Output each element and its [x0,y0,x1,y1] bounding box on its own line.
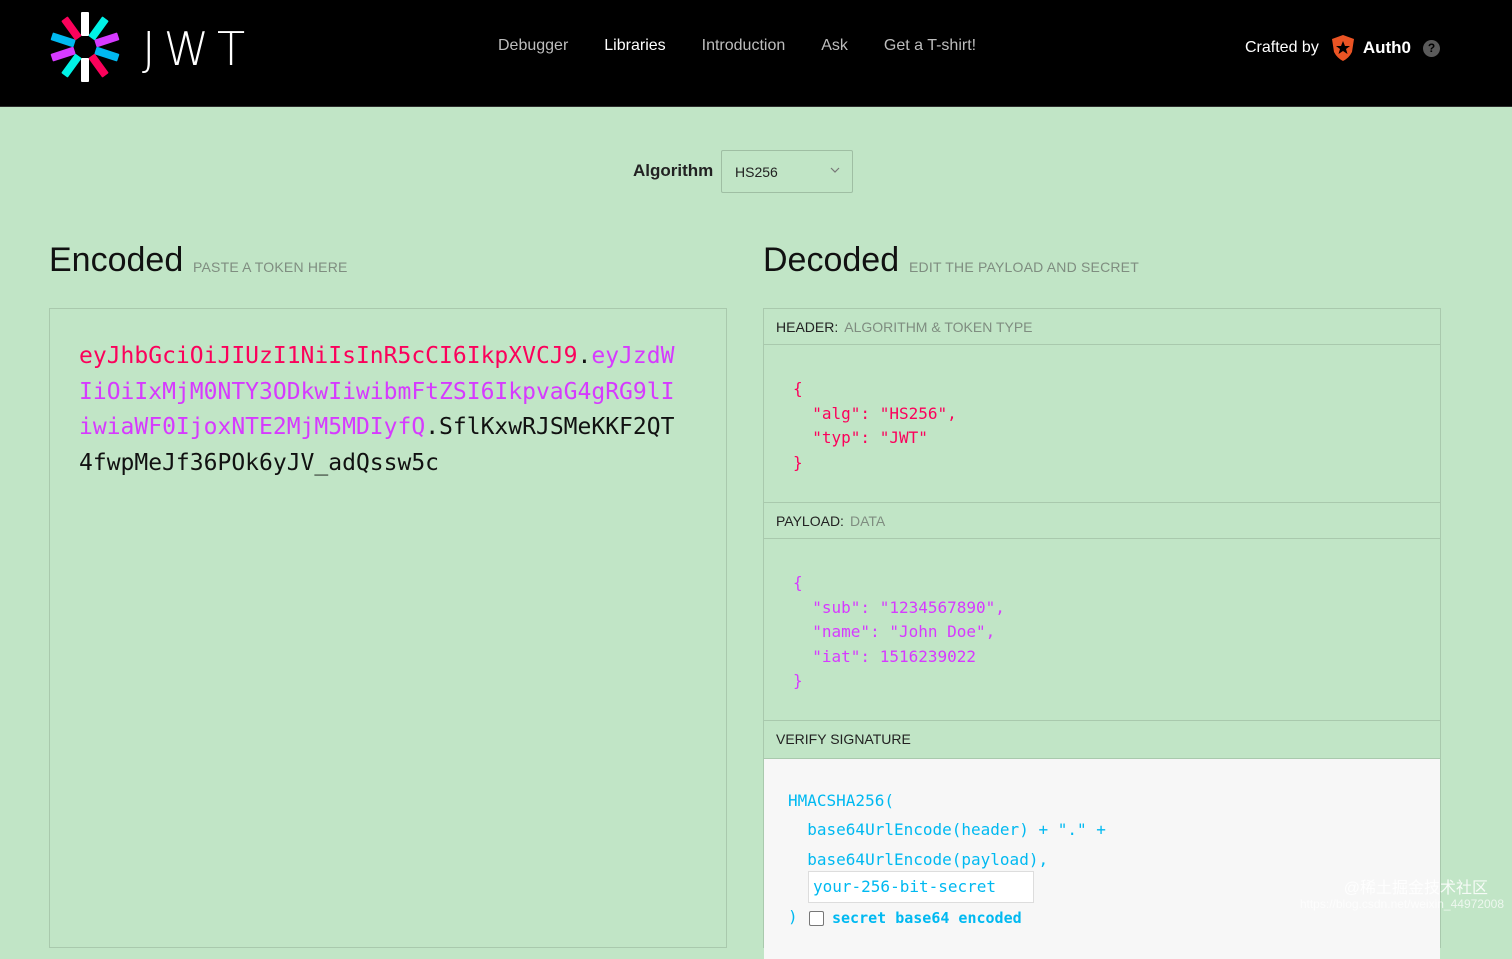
token-text[interactable]: eyJhbGciOiJIUzI1NiIsInR5cCI6IkpXVCJ9.eyJ… [79,339,679,482]
header-section-title: HEADER: ALGORITHM & TOKEN TYPE [764,309,1440,345]
encoded-subtitle: PASTE A TOKEN HERE [193,259,348,275]
token-dot: . [425,414,440,441]
verify-code: HMACSHA256( base64UrlEncode(header) + ".… [788,791,1106,869]
payload-section-title: PAYLOAD: DATA [764,503,1440,539]
secret-input[interactable]: your-256-bit-secret [808,871,1034,903]
watermark: @稀土掘金技术社区 [1343,880,1488,897]
watermark-url: https://blog.csdn.net/weixin_44972008 [1299,897,1504,911]
closing-paren: ) [788,907,798,926]
verify-signature-box: HMACSHA256( base64UrlEncode(header) + ".… [764,758,1440,959]
header-hint: ALGORITHM & TOKEN TYPE [844,319,1033,335]
verify-label: VERIFY SIGNATURE [776,731,911,747]
main-nav: Debugger Libraries Introduction Ask Get … [480,36,994,56]
auth0-brand: Auth0 [1362,38,1411,57]
token-header: eyJhbGciOiJIUzI1NiIsInR5cCI6IkpXVCJ9 [79,343,578,369]
token-dot: . [577,343,592,369]
payload-label: PAYLOAD: [776,513,844,529]
algorithm-label: Algorithm [633,161,714,180]
decoded-title: Decoded [763,241,900,279]
payload-json-editor[interactable]: { "sub": "1234567890", "name": "John Doe… [793,571,1005,694]
nav-introduction[interactable]: Introduction [684,36,804,56]
encoded-title: Encoded [49,241,184,279]
crafted-by-label: Crafted by [1245,39,1319,56]
nav-debugger[interactable]: Debugger [480,36,586,56]
payload-hint: DATA [849,513,886,529]
base64-toggle[interactable]: secret base64 encoded [809,909,1022,927]
nav-ask[interactable]: Ask [803,36,866,56]
decoded-panel: HEADER: ALGORITHM & TOKEN TYPE { "alg": "… [763,308,1441,959]
base64-checkbox[interactable] [809,910,824,926]
encoded-token-editor[interactable]: eyJhbGciOiJIUzI1NiIsInR5cCI6IkpXVCJ9.eyJ… [49,308,727,948]
nav-get-tshirt[interactable]: Get a T-shirt! [866,36,994,56]
help-icon[interactable]: ? [1422,39,1440,57]
top-bar: JWT Debugger Libraries Introduction Ask … [0,0,1512,107]
chevron-down-icon [830,167,840,173]
header-json-editor[interactable]: { "alg": "HS256", "typ": "JWT" } [793,377,957,475]
crafted-by-link[interactable]: Crafted by Auth0 ? [1245,34,1440,62]
auth0-shield-icon [1331,35,1354,61]
jwt-logo-icon[interactable] [48,10,122,84]
verify-section-title: VERIFY SIGNATURE [764,721,1440,757]
header-label: HEADER: [776,319,839,335]
algorithm-selected-value: HS256 [735,164,778,180]
nav-libraries[interactable]: Libraries [586,36,683,56]
decoded-subtitle: EDIT THE PAYLOAD AND SECRET [909,259,1139,275]
base64-label: secret base64 encoded [832,909,1022,927]
logo-text[interactable]: JWT [142,22,253,76]
algorithm-select[interactable]: HS256 [721,150,853,193]
